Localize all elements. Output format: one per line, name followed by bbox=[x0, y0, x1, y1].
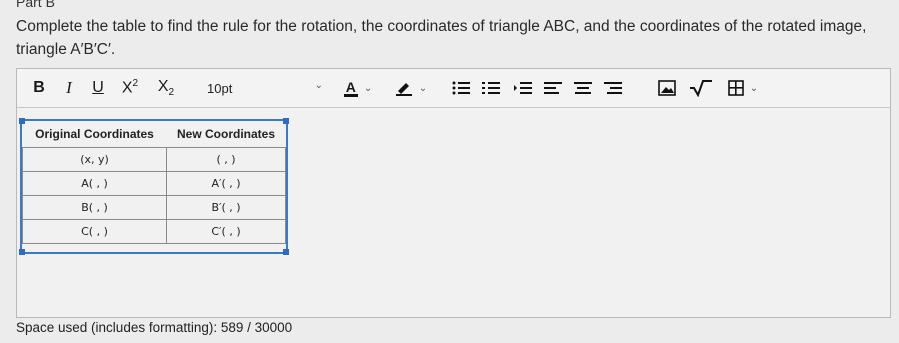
bold-button[interactable]: B bbox=[27, 69, 51, 107]
resize-handle[interactable] bbox=[19, 118, 25, 124]
underline-icon: U bbox=[92, 79, 104, 96]
font-color-button[interactable]: A ⌄ bbox=[339, 69, 377, 107]
resize-handle[interactable] bbox=[283, 118, 289, 124]
coordinates-table[interactable]: Original Coordinates New Coordinates (x,… bbox=[19, 118, 289, 255]
chevron-down-icon: ⌄ bbox=[418, 82, 428, 94]
subscript-icon: X2 bbox=[157, 77, 175, 99]
question-prompt: Complete the table to find the rule for … bbox=[16, 18, 867, 58]
table-row: C( , ) C′( , ) bbox=[21, 219, 286, 244]
table-cell[interactable]: A( , ) bbox=[21, 171, 168, 196]
insert-image-button[interactable] bbox=[655, 69, 679, 107]
table-icon bbox=[727, 80, 744, 96]
resize-handle[interactable] bbox=[19, 249, 25, 255]
editor-toolbar: B I U X2 X2 10pt ⌄ A ⌄ ⌄ ⌄ bbox=[17, 69, 890, 108]
numbered-list-button[interactable] bbox=[479, 69, 503, 107]
space-used-counter: Space used (includes formatting): 589 / … bbox=[16, 320, 293, 335]
font-color-icon: A bbox=[343, 78, 358, 97]
table-row: (x, y) ( , ) bbox=[21, 147, 286, 172]
bullet-list-button[interactable] bbox=[449, 69, 473, 107]
subscript-button[interactable]: X2 bbox=[151, 69, 181, 107]
resize-handle[interactable] bbox=[283, 249, 289, 255]
table-row: B( , ) B′( , ) bbox=[21, 195, 286, 220]
header-new: New Coordinates bbox=[177, 127, 276, 141]
table-cell[interactable]: B( , ) bbox=[21, 195, 168, 220]
italic-icon: I bbox=[66, 78, 72, 97]
highlight-icon bbox=[395, 83, 412, 96]
underline-button[interactable]: U bbox=[87, 69, 109, 107]
numbered-list-icon bbox=[482, 82, 500, 94]
table-cell[interactable]: (x, y) bbox=[21, 147, 168, 172]
align-center-button[interactable] bbox=[571, 69, 595, 107]
table-cell[interactable]: C′( , ) bbox=[166, 219, 286, 244]
indent-button[interactable] bbox=[511, 69, 535, 107]
part-title: Part B bbox=[16, 0, 55, 10]
bold-icon: B bbox=[33, 79, 45, 96]
font-size-select[interactable]: 10pt ⌄ bbox=[207, 78, 327, 98]
table-cell[interactable]: A′( , ) bbox=[166, 171, 286, 196]
image-icon bbox=[658, 80, 676, 96]
rich-text-editor[interactable]: B I U X2 X2 10pt ⌄ A ⌄ ⌄ ⌄ Original Coor… bbox=[16, 68, 891, 318]
math-equation-button[interactable] bbox=[687, 69, 715, 107]
superscript-icon: X2 bbox=[121, 78, 139, 97]
table-cell[interactable]: ( , ) bbox=[166, 147, 286, 172]
font-size-value: 10pt bbox=[207, 80, 233, 96]
align-left-icon bbox=[544, 82, 562, 94]
align-center-icon bbox=[574, 82, 592, 94]
superscript-button[interactable]: X2 bbox=[115, 69, 145, 107]
table-cell[interactable]: B′( , ) bbox=[166, 195, 286, 220]
insert-table-button[interactable]: ⌄ bbox=[725, 69, 761, 107]
header-original: Original Coordinates bbox=[35, 127, 154, 141]
chevron-down-icon: ⌄ bbox=[749, 82, 759, 94]
align-right-button[interactable] bbox=[601, 69, 625, 107]
chevron-down-icon: ⌄ bbox=[363, 82, 373, 94]
bullet-list-icon bbox=[452, 81, 470, 95]
chevron-down-icon: ⌄ bbox=[314, 80, 323, 91]
italic-button[interactable]: I bbox=[59, 69, 79, 107]
align-right-icon bbox=[604, 82, 622, 94]
indent-icon bbox=[514, 82, 532, 94]
highlight-button[interactable]: ⌄ bbox=[387, 69, 435, 107]
table-cell[interactable]: C( , ) bbox=[21, 219, 168, 244]
align-left-button[interactable] bbox=[541, 69, 565, 107]
table-row: A( , ) A′( , ) bbox=[21, 171, 286, 196]
sqrt-icon bbox=[690, 80, 712, 97]
